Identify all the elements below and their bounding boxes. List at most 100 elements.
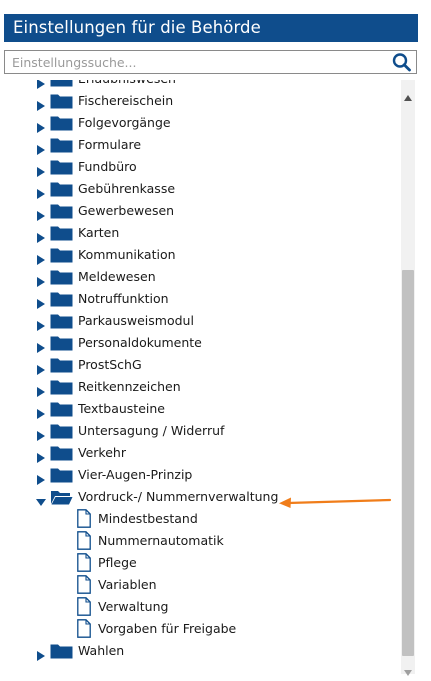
- caret-right-icon[interactable]: [36, 184, 46, 199]
- caret-right-icon[interactable]: [36, 470, 46, 485]
- caret-right-icon[interactable]: [36, 360, 46, 375]
- tree-node-folgevorgange[interactable]: Folgevorgänge: [4, 112, 400, 134]
- tree-item-label[interactable]: Verwaltung: [98, 599, 168, 615]
- folder-icon: [50, 80, 73, 87]
- folder-icon: [50, 446, 73, 461]
- tree-item-label[interactable]: Erlaubniswesen: [78, 80, 176, 87]
- tree-item-label[interactable]: Untersagung / Widerruf: [78, 423, 224, 439]
- folder-icon: [50, 116, 73, 131]
- document-icon: [77, 575, 91, 594]
- scroll-up-arrow-icon[interactable]: [404, 86, 412, 101]
- folder-icon: [50, 226, 73, 241]
- tree-item-label[interactable]: ProstSchG: [78, 357, 142, 373]
- search-icon[interactable]: [391, 52, 413, 72]
- folder-icon: [50, 292, 73, 307]
- tree-node-personaldokumente[interactable]: Personaldokumente: [4, 332, 400, 354]
- tree-node-notruffunktion[interactable]: Notruffunktion: [4, 288, 400, 310]
- tree-item-label[interactable]: Mindestbestand: [98, 511, 198, 527]
- caret-right-icon[interactable]: [36, 118, 46, 133]
- caret-right-icon[interactable]: [36, 96, 46, 111]
- tree-node-gebuhrenkasse[interactable]: Gebührenkasse: [4, 178, 400, 200]
- document-icon: [77, 531, 91, 550]
- tree-node-erlaubniswesen[interactable]: Erlaubniswesen: [4, 80, 400, 90]
- caret-right-icon[interactable]: [36, 294, 46, 309]
- tree-item-label[interactable]: Vordruck-/ Nummernverwaltung: [78, 489, 278, 505]
- tree-node-reitkennzeichen[interactable]: Reitkennzeichen: [4, 376, 400, 398]
- document-icon: [77, 553, 91, 572]
- tree-item-label[interactable]: Kommunikation: [78, 247, 176, 263]
- folder-icon: [50, 644, 73, 659]
- tree-item-label[interactable]: Meldewesen: [78, 269, 156, 285]
- tree-item-label[interactable]: Fischereischein: [78, 93, 173, 109]
- settings-tree: Erlaubniswesen Fischereischein Folgevorgän…: [4, 80, 400, 674]
- tree-node-karten[interactable]: Karten: [4, 222, 400, 244]
- tree-item-label[interactable]: Gewerbewesen: [78, 203, 174, 219]
- scrollbar-thumb[interactable]: [402, 270, 414, 656]
- tree-leaf-verwaltung[interactable]: Verwaltung: [4, 596, 400, 618]
- tree-item-label[interactable]: Vier-Augen-Prinzip: [78, 467, 192, 483]
- tree-node-gewerbewesen[interactable]: Gewerbewesen: [4, 200, 400, 222]
- tree-leaf-nummernautomatik[interactable]: Nummernautomatik: [4, 530, 400, 552]
- tree-item-label[interactable]: Reitkennzeichen: [78, 379, 181, 395]
- tree-leaf-variablen[interactable]: Variablen: [4, 574, 400, 596]
- tree-item-label[interactable]: Notruffunktion: [78, 291, 169, 307]
- caret-right-icon[interactable]: [36, 206, 46, 221]
- caret-right-icon[interactable]: [36, 80, 46, 89]
- tree-node-verkehr[interactable]: Verkehr: [4, 442, 400, 464]
- folder-icon: [50, 314, 73, 329]
- tree-item-label[interactable]: Variablen: [98, 577, 157, 593]
- caret-right-icon[interactable]: [36, 646, 46, 661]
- caret-right-icon[interactable]: [36, 250, 46, 265]
- tree-node-fundburo[interactable]: Fundbüro: [4, 156, 400, 178]
- tree-leaf-pflege[interactable]: Pflege: [4, 552, 400, 574]
- caret-right-icon[interactable]: [36, 404, 46, 419]
- tree-item-label[interactable]: Folgevorgänge: [78, 115, 171, 131]
- tree-node-kommunikation[interactable]: Kommunikation: [4, 244, 400, 266]
- scroll-down-arrow-icon[interactable]: [404, 661, 412, 676]
- tree-item-label[interactable]: Karten: [78, 225, 119, 241]
- caret-right-icon[interactable]: [36, 316, 46, 331]
- tree-node-meldewesen[interactable]: Meldewesen: [4, 266, 400, 288]
- caret-right-icon[interactable]: [36, 140, 46, 155]
- folder-icon: [50, 468, 73, 483]
- tree-node-parkausweismodul[interactable]: Parkausweismodul: [4, 310, 400, 332]
- folder-icon: [50, 138, 73, 153]
- document-icon: [77, 509, 91, 528]
- caret-right-icon[interactable]: [36, 162, 46, 177]
- tree-node-wahlen[interactable]: Wahlen: [4, 640, 400, 662]
- tree-item-label[interactable]: Gebührenkasse: [78, 181, 175, 197]
- folder-open-icon: [50, 490, 73, 505]
- tree-node-textbausteine[interactable]: Textbausteine: [4, 398, 400, 420]
- tree-leaf-mindestbestand[interactable]: Mindestbestand: [4, 508, 400, 530]
- tree-item-label[interactable]: Nummernautomatik: [98, 533, 224, 549]
- caret-right-icon[interactable]: [36, 338, 46, 353]
- tree-item-label[interactable]: Verkehr: [78, 445, 126, 461]
- caret-right-icon[interactable]: [36, 448, 46, 463]
- caret-right-icon[interactable]: [36, 426, 46, 441]
- settings-search-input[interactable]: [5, 51, 390, 73]
- tree-item-label[interactable]: Vorgaben für Freigabe: [98, 621, 236, 637]
- folder-icon: [50, 94, 73, 109]
- caret-down-icon[interactable]: [36, 492, 46, 506]
- caret-right-icon[interactable]: [36, 228, 46, 243]
- caret-right-icon[interactable]: [36, 382, 46, 397]
- tree-item-label[interactable]: Fundbüro: [78, 159, 137, 175]
- tree-node-vier-augen-prinzip[interactable]: Vier-Augen-Prinzip: [4, 464, 400, 486]
- tree-item-label[interactable]: Formulare: [78, 137, 141, 153]
- tree-item-label[interactable]: Personaldokumente: [78, 335, 202, 351]
- tree-node-untersagung-widerruf[interactable]: Untersagung / Widerruf: [4, 420, 400, 442]
- folder-icon: [50, 336, 73, 351]
- caret-right-icon[interactable]: [36, 272, 46, 287]
- tree-item-label[interactable]: Wahlen: [78, 643, 124, 659]
- tree-item-label[interactable]: Parkausweismodul: [78, 313, 194, 329]
- folder-icon: [50, 380, 73, 395]
- tree-item-label[interactable]: Textbausteine: [78, 401, 165, 417]
- tree-leaf-vorgaben-fur-freigabe[interactable]: Vorgaben für Freigabe: [4, 618, 400, 640]
- tree-node-formulare[interactable]: Formulare: [4, 134, 400, 156]
- folder-icon: [50, 402, 73, 417]
- tree-item-label[interactable]: Pflege: [98, 555, 137, 571]
- tree-scrollbar[interactable]: [401, 80, 415, 676]
- document-icon: [77, 619, 91, 638]
- tree-node-prostschg[interactable]: ProstSchG: [4, 354, 400, 376]
- tree-node-fischereischein[interactable]: Fischereischein: [4, 90, 400, 112]
